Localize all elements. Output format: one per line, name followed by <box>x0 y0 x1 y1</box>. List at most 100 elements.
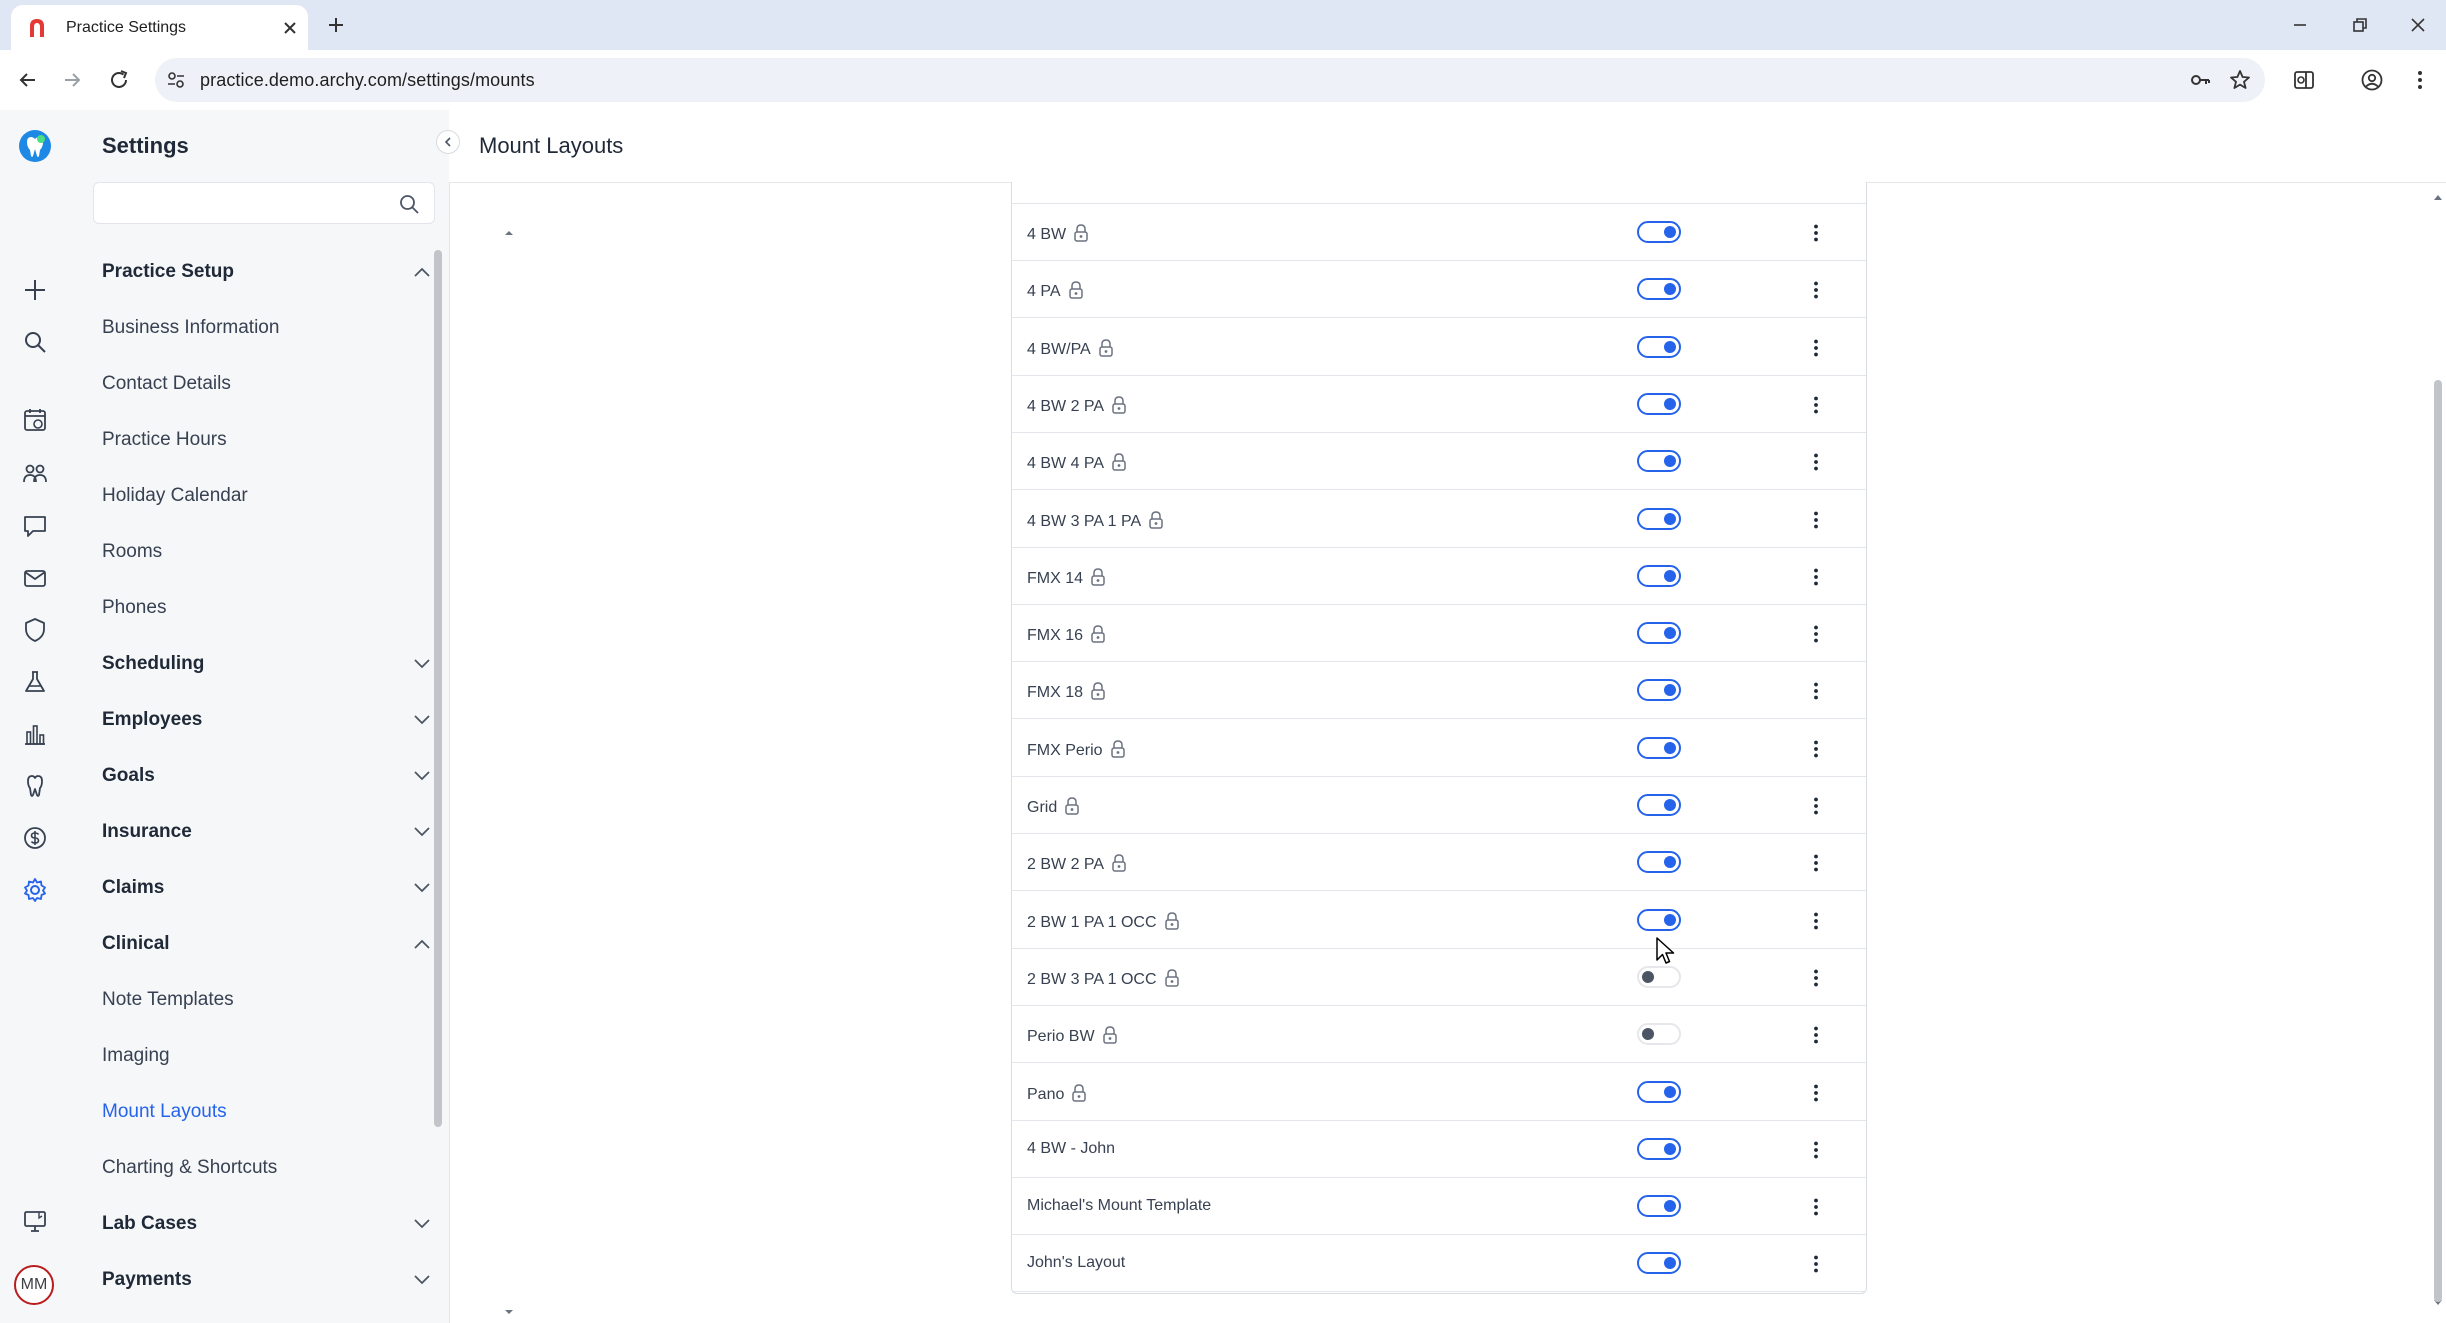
layout-name: 4 BW 2 PA <box>1027 395 1128 416</box>
group-claims[interactable]: Claims <box>102 860 432 916</box>
enabled-toggle[interactable] <box>1637 908 1681 931</box>
group-lab-cases[interactable]: Lab Cases <box>102 1196 432 1252</box>
enabled-toggle[interactable] <box>1637 450 1681 473</box>
patients-icon[interactable] <box>21 460 49 488</box>
user-avatar[interactable]: MM <box>14 1265 54 1305</box>
close-tab-icon[interactable] <box>281 19 299 37</box>
messages-icon[interactable] <box>21 512 49 540</box>
enabled-toggle[interactable] <box>1637 794 1681 816</box>
settings-search[interactable] <box>93 182 435 224</box>
enabled-toggle[interactable] <box>1637 1252 1681 1275</box>
enabled-toggle[interactable] <box>1637 1137 1681 1160</box>
more-options-icon[interactable] <box>1804 336 1828 360</box>
address-bar[interactable]: practice.demo.archy.com/settings/mounts <box>155 58 2265 102</box>
browser-tab[interactable]: Practice Settings <box>11 5 308 50</box>
sidebar-item-contact-details[interactable]: Contact Details <box>102 356 432 412</box>
add-icon[interactable] <box>21 276 49 304</box>
sidebar-item-note-templates[interactable]: Note Templates <box>102 972 432 1028</box>
more-options-icon[interactable] <box>1804 565 1828 589</box>
settings-search-input[interactable] <box>104 191 388 217</box>
group-practice-setup[interactable]: Practice Setup <box>102 244 432 300</box>
enabled-toggle[interactable] <box>1637 221 1681 243</box>
sidebar-scrollbar-thumb[interactable] <box>434 250 442 1127</box>
sidebar-item-charting-shortcuts[interactable]: Charting & Shortcuts <box>102 1140 432 1196</box>
enabled-toggle[interactable] <box>1637 965 1681 988</box>
more-options-icon[interactable] <box>1804 1138 1828 1162</box>
back-icon[interactable] <box>16 68 40 92</box>
more-options-icon[interactable] <box>1804 622 1828 646</box>
more-options-icon[interactable] <box>1804 1252 1828 1276</box>
enabled-toggle[interactable] <box>1637 392 1681 415</box>
more-options-icon[interactable] <box>1804 737 1828 761</box>
enabled-toggle[interactable] <box>1637 851 1681 874</box>
sidebar-item-rooms[interactable]: Rooms <box>102 524 432 580</box>
sidebar-item-business-information[interactable]: Business Information <box>102 300 432 356</box>
more-options-icon[interactable] <box>1804 851 1828 875</box>
lock-icon <box>1112 453 1126 471</box>
group-goals[interactable]: Goals <box>102 748 432 804</box>
more-options-icon[interactable] <box>1804 450 1828 474</box>
reports-chart-icon[interactable] <box>21 720 49 748</box>
more-options-icon[interactable] <box>1804 1195 1828 1219</box>
group-payments[interactable]: Payments <box>102 1252 432 1308</box>
enabled-toggle[interactable] <box>1637 1080 1681 1103</box>
shield-icon[interactable] <box>21 616 49 644</box>
close-window-icon[interactable] <box>2408 15 2428 35</box>
enabled-toggle[interactable] <box>1637 1023 1681 1046</box>
chevron-down-icon <box>414 771 430 781</box>
enabled-toggle[interactable] <box>1637 1195 1681 1218</box>
enabled-toggle[interactable] <box>1637 679 1681 702</box>
billing-dollar-icon[interactable] <box>21 824 49 852</box>
scroll-down-arrow-icon[interactable] <box>503 1306 515 1318</box>
enabled-toggle[interactable] <box>1637 564 1681 587</box>
site-info-icon[interactable] <box>165 69 187 91</box>
more-options-icon[interactable] <box>1804 393 1828 417</box>
more-options-icon[interactable] <box>1804 221 1828 245</box>
more-options-icon[interactable] <box>1804 679 1828 703</box>
more-options-icon[interactable] <box>1804 794 1828 818</box>
sidebar-item-practice-hours[interactable]: Practice Hours <box>102 412 432 468</box>
group-scheduling[interactable]: Scheduling <box>102 636 432 692</box>
more-options-icon[interactable] <box>1804 1081 1828 1105</box>
collapse-sidebar-button[interactable] <box>436 130 460 154</box>
profile-icon[interactable] <box>2360 68 2384 92</box>
more-options-icon[interactable] <box>1804 508 1828 532</box>
forward-icon[interactable] <box>60 68 84 92</box>
lab-flask-icon[interactable] <box>21 668 49 696</box>
mail-icon[interactable] <box>21 564 49 592</box>
sidebar-item-imaging[interactable]: Imaging <box>102 1028 432 1084</box>
browser-menu-icon[interactable] <box>2408 68 2432 92</box>
more-options-icon[interactable] <box>1804 966 1828 990</box>
search-icon[interactable] <box>21 328 49 356</box>
schedule-icon[interactable] <box>21 406 49 434</box>
new-tab-icon[interactable] <box>326 15 346 35</box>
archy-logo-icon[interactable] <box>17 128 53 164</box>
enabled-toggle[interactable] <box>1637 335 1681 358</box>
sidebar-item-holiday-calendar[interactable]: Holiday Calendar <box>102 468 432 524</box>
enabled-toggle[interactable] <box>1637 507 1681 530</box>
enabled-toggle[interactable] <box>1637 622 1681 645</box>
side-panel-icon[interactable] <box>2292 68 2316 92</box>
minimize-window-icon[interactable] <box>2290 15 2310 35</box>
restore-window-icon[interactable] <box>2350 15 2370 35</box>
settings-gear-icon[interactable] <box>21 876 49 904</box>
sidebar-item-mount-layouts[interactable]: Mount Layouts <box>102 1084 432 1140</box>
main-scrollbar-thumb[interactable] <box>2434 380 2442 1302</box>
more-options-icon[interactable] <box>1804 1023 1828 1047</box>
more-options-icon[interactable] <box>1804 909 1828 933</box>
password-key-icon[interactable] <box>2188 68 2212 92</box>
toggle-knob <box>1664 913 1676 926</box>
group-insurance[interactable]: Insurance <box>102 804 432 860</box>
tooth-icon[interactable] <box>21 772 49 800</box>
sidebar-item-phones[interactable]: Phones <box>102 580 432 636</box>
enabled-toggle[interactable] <box>1637 278 1681 301</box>
scroll-up-arrow-icon[interactable] <box>503 227 515 239</box>
bookmark-star-icon[interactable] <box>2228 68 2252 92</box>
layout-name: FMX 18 <box>1027 681 1107 702</box>
group-clinical[interactable]: Clinical <box>102 916 432 972</box>
more-options-icon[interactable] <box>1804 278 1828 302</box>
enabled-toggle[interactable] <box>1637 736 1681 759</box>
monitor-icon[interactable] <box>21 1207 49 1235</box>
reload-icon[interactable] <box>107 68 131 92</box>
group-employees[interactable]: Employees <box>102 692 432 748</box>
